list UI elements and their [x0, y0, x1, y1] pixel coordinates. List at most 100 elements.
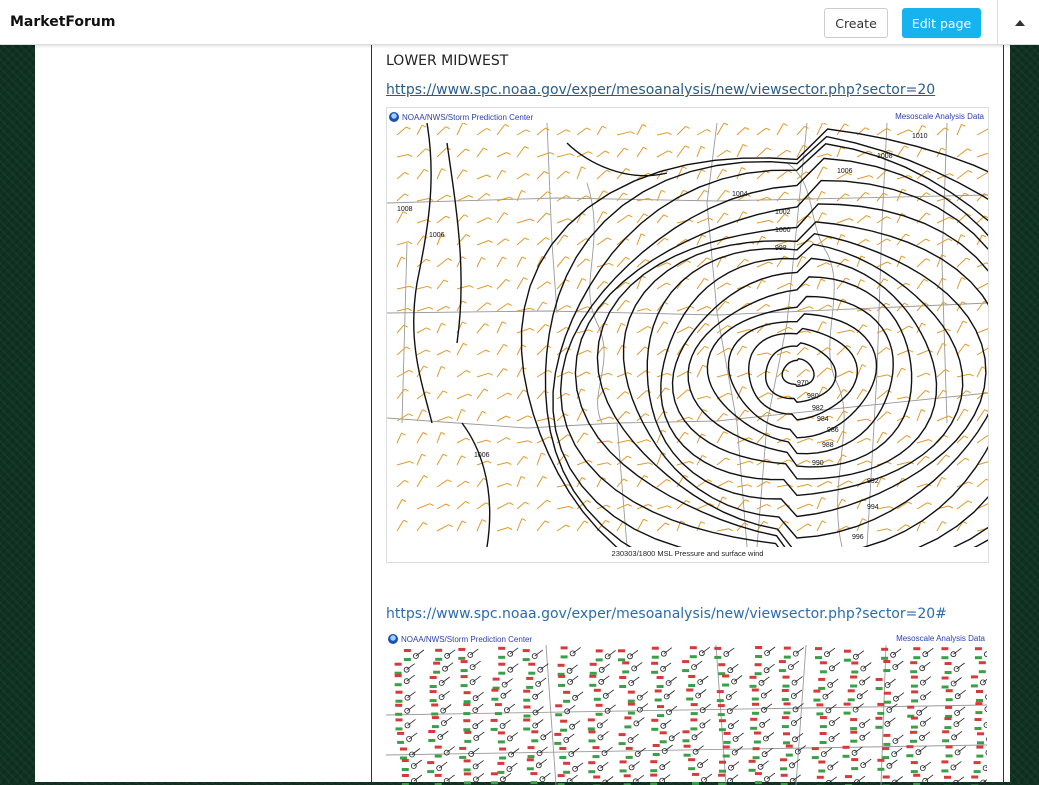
dewpoint-mark [559, 756, 566, 759]
station-wind [503, 720, 511, 726]
wind-barb [717, 348, 729, 355]
wind-barb [877, 348, 886, 355]
wind-barb-flag [806, 460, 810, 462]
station-wind [887, 718, 895, 724]
wind-barb [657, 322, 664, 333]
wind-barb-flag [828, 154, 832, 156]
wind-barb [417, 307, 429, 311]
dewpoint-mark [944, 726, 951, 729]
wind-barb-flag [867, 216, 871, 218]
temp-mark [596, 704, 603, 707]
wind-barb-flag [944, 435, 948, 437]
station-wind [445, 663, 453, 669]
wind-barb [497, 213, 504, 223]
dewpoint-mark [428, 739, 435, 742]
map-canvas: 1010100810061004100210009981008100697098… [387, 123, 988, 547]
wind-barb [877, 529, 887, 531]
wind-barb [957, 458, 965, 465]
wind-barb [497, 125, 505, 136]
wind-barb-flag [926, 239, 930, 241]
wind-barb-flag [906, 525, 910, 527]
wind-barb-flag [942, 522, 946, 524]
wind-barb-flag [968, 501, 972, 503]
station-wind [923, 677, 931, 683]
temp-mark [877, 703, 884, 706]
wind-barb-flag [904, 303, 908, 305]
wind-barb-flag [586, 259, 590, 261]
temp-mark [435, 649, 442, 652]
wind-barb [977, 301, 984, 311]
wind-barb-flag [405, 194, 409, 196]
wind-barb-flag [466, 438, 470, 440]
wind-barb [637, 234, 641, 245]
wind-barb [617, 215, 628, 223]
pressure-map-image[interactable]: NOAA/NWS/Storm Prediction Center Mesosca… [386, 107, 989, 563]
dewpoint-mark [430, 685, 437, 688]
wind-barb-flag [626, 282, 630, 284]
wind-barb-flag [902, 368, 906, 370]
mesoanalysis-link-2[interactable]: https://www.spc.noaa.gov/exper/mesoanaly… [386, 606, 947, 622]
isobar [575, 181, 988, 547]
dewpoint-mark [683, 739, 690, 742]
wind-barb-flag [587, 501, 591, 503]
wind-barb [437, 216, 446, 223]
station-wind [922, 732, 930, 738]
wind-barb [577, 433, 584, 443]
station-wind [895, 735, 903, 741]
pressure-map-svg: 1010100810061004100210009981008100697098… [387, 123, 988, 547]
wind-barb-flag [703, 365, 707, 367]
temp-mark [459, 747, 466, 750]
station-wind [672, 732, 680, 738]
wind-barb-flag [666, 283, 670, 285]
wind-barb [477, 478, 483, 487]
wind-barb [417, 328, 426, 333]
wind-barb [497, 369, 504, 377]
wind-barb-flag [506, 279, 510, 281]
wind-barb [537, 346, 547, 356]
wind-barb-flag [504, 344, 508, 346]
wind-barb [677, 390, 688, 399]
wind-barb-flag [463, 170, 467, 172]
wind-barb [537, 302, 543, 311]
dewpoint-mark [815, 656, 822, 659]
temp-mark [749, 760, 756, 763]
wind-barb-flag [867, 419, 871, 421]
wind-barb-flag [841, 235, 845, 237]
wind-barb [477, 389, 484, 399]
temp-mark [684, 745, 691, 748]
temp-mark [686, 689, 693, 692]
wind-barb [437, 280, 444, 289]
wind-barb-flag [968, 171, 972, 173]
wind-barb-flag [626, 411, 630, 413]
temp-mark [435, 774, 442, 777]
map-source: NOAA/NWS/Storm Prediction Center [388, 634, 532, 644]
wind-barb-flag [468, 394, 472, 396]
create-button[interactable]: Create [824, 8, 888, 38]
dewpoint-mark [461, 669, 468, 672]
wind-barb [977, 172, 988, 179]
wind-barb-flag [505, 239, 509, 241]
wind-barb-flag [645, 414, 649, 416]
edit-page-button[interactable]: Edit page [902, 8, 981, 38]
station-wind [476, 773, 484, 779]
mesoanalysis-link[interactable]: https://www.spc.noaa.gov/exper/mesoanaly… [386, 82, 935, 98]
collapse-button[interactable] [1008, 12, 1032, 34]
wind-barb [397, 461, 410, 465]
wind-barb [817, 154, 828, 157]
wind-barb [637, 463, 649, 465]
wind-barb [557, 372, 569, 377]
station-wind [476, 760, 484, 766]
wind-barb-flag [845, 194, 849, 196]
wind-barb-flag [605, 388, 609, 390]
temp-mark [498, 731, 505, 734]
station-wind [954, 678, 962, 684]
wind-barb [957, 278, 962, 289]
station-map-image[interactable]: NOAA/NWS/Storm Prediction Center Mesosca… [386, 630, 989, 782]
station-wind [476, 692, 484, 698]
site-brand[interactable]: MarketForum [10, 14, 115, 30]
station-wind [542, 773, 550, 779]
station-wind [608, 705, 616, 711]
temp-mark [655, 690, 662, 693]
wind-barb-flag [943, 390, 947, 392]
wind-barb [537, 324, 545, 333]
